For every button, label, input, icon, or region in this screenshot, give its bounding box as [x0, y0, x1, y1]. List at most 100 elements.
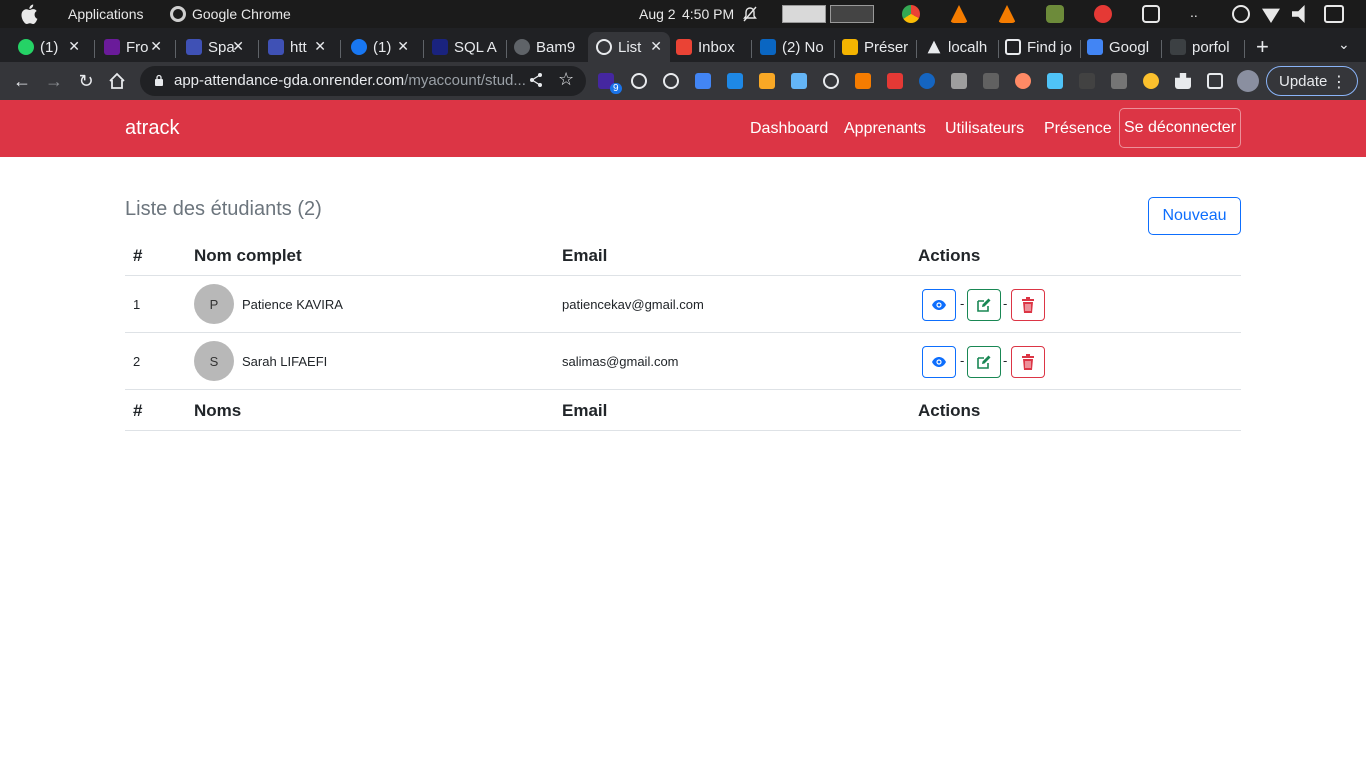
reload-button[interactable]: ↻	[76, 71, 96, 91]
browser-tab[interactable]: Bam9	[514, 32, 580, 62]
browser-tab-strip: (1) ✕ Fro ✕ Spa ✕ htt ✕ (1) ✕ SQL A Bam9…	[0, 28, 1366, 62]
metamask-icon[interactable]	[855, 73, 871, 89]
nav-link-presence[interactable]: Présence	[1044, 120, 1112, 138]
app-tray-icon[interactable]	[1046, 5, 1064, 23]
browser-tab[interactable]: (1) ✕	[351, 32, 417, 62]
action-separator: -	[1003, 296, 1008, 311]
browser-toolbar: ← → ↻ app-attendance-gda.onrender.com/my…	[0, 62, 1366, 100]
browser-tab[interactable]: Spa ✕	[186, 32, 252, 62]
browser-tab[interactable]: Fro ✕	[104, 32, 170, 62]
globe-icon	[596, 39, 612, 55]
pen-icon[interactable]	[759, 73, 775, 89]
delete-button[interactable]	[1011, 289, 1045, 321]
new-student-button[interactable]: Nouveau	[1148, 197, 1241, 235]
wifi-icon[interactable]	[1262, 8, 1280, 23]
edit-button[interactable]	[967, 346, 1001, 378]
vlc-icon[interactable]	[998, 5, 1016, 23]
block-icon[interactable]	[1094, 5, 1112, 23]
edit-button[interactable]	[967, 289, 1001, 321]
view-button[interactable]	[922, 289, 956, 321]
lock-icon[interactable]	[154, 74, 164, 86]
browser-tab[interactable]: localh	[926, 32, 996, 62]
react-devtools-icon[interactable]	[663, 73, 679, 89]
column-header-name: Nom complet	[194, 246, 302, 265]
json-icon[interactable]	[1079, 73, 1095, 89]
download-icon[interactable]	[983, 73, 999, 89]
battery-icon[interactable]	[1324, 5, 1344, 23]
extension-icon[interactable]	[1015, 73, 1031, 89]
nav-link-dashboard[interactable]: Dashboard	[750, 120, 828, 138]
action-separator: -	[960, 296, 965, 311]
puzzle-icon[interactable]	[1175, 73, 1191, 89]
sidepanel-icon[interactable]	[1207, 73, 1223, 89]
workspace-1[interactable]	[782, 5, 826, 23]
close-tab-icon[interactable]: ✕	[650, 38, 662, 55]
extension-icon[interactable]	[1143, 73, 1159, 89]
table-footer-row: # Noms Email Actions	[125, 390, 1241, 431]
notifications-off-icon[interactable]	[742, 6, 758, 22]
clock-date[interactable]: Aug 2	[639, 6, 676, 22]
address-bar[interactable]: app-attendance-gda.onrender.com/myaccoun…	[140, 66, 586, 96]
browser-tab[interactable]: (2) No	[760, 32, 830, 62]
close-tab-icon[interactable]: ✕	[232, 38, 244, 55]
browser-tab[interactable]: (1) ✕	[18, 32, 88, 62]
extension-badge: 9	[610, 83, 622, 94]
translate-extension-icon[interactable]	[695, 73, 711, 89]
close-tab-icon[interactable]: ✕	[68, 38, 80, 55]
profile-avatar[interactable]	[1237, 70, 1259, 92]
volume-icon[interactable]	[1292, 5, 1305, 23]
browser-tab[interactable]: htt ✕	[268, 32, 334, 62]
apple-icon[interactable]	[20, 4, 38, 24]
new-tab-button[interactable]: +	[1256, 34, 1269, 60]
active-app-menu[interactable]: Google Chrome	[170, 6, 291, 22]
browser-tab[interactable]: porfol	[1170, 32, 1242, 62]
update-button[interactable]: Update ⋮	[1266, 66, 1358, 96]
tray-overflow[interactable]: ..	[1190, 4, 1198, 20]
nav-link-utilisateurs[interactable]: Utilisateurs	[945, 120, 1024, 138]
extension-icon[interactable]	[791, 73, 807, 89]
chrome-tray-icon[interactable]	[902, 5, 920, 23]
extension-icon[interactable]	[631, 73, 647, 89]
brightness-icon[interactable]	[1232, 5, 1250, 23]
browser-tab[interactable]: SQL A	[432, 32, 502, 62]
vlc-icon[interactable]	[950, 5, 968, 23]
delete-button[interactable]	[1011, 346, 1045, 378]
brand-logo[interactable]: atrack	[125, 117, 179, 140]
browser-tab-active[interactable]: List ✕	[588, 32, 670, 62]
workspace-2[interactable]	[830, 5, 874, 23]
clipboard-icon[interactable]	[1142, 5, 1160, 23]
avatar: P	[194, 284, 234, 324]
clock-time[interactable]: 4:50 PM	[682, 6, 734, 22]
extension-icon[interactable]	[727, 73, 743, 89]
close-tab-icon[interactable]: ✕	[314, 38, 326, 55]
share-icon[interactable]	[528, 72, 544, 88]
browser-tab[interactable]: Préser	[842, 32, 912, 62]
logout-button[interactable]: Se déconnecter	[1119, 108, 1241, 148]
row-index: 1	[133, 297, 141, 312]
avatar-initial: P	[209, 296, 219, 312]
check-icon[interactable]	[919, 73, 935, 89]
applications-menu[interactable]: Applications	[68, 6, 144, 22]
browser-tab[interactable]: Googl	[1087, 32, 1157, 62]
back-button[interactable]: ←	[12, 71, 32, 91]
home-icon[interactable]	[108, 72, 126, 90]
extension-icon[interactable]	[1047, 73, 1063, 89]
browser-tab[interactable]: Find jo	[1005, 32, 1075, 62]
nav-link-apprenants[interactable]: Apprenants	[844, 120, 926, 138]
extension-icon[interactable]	[887, 73, 903, 89]
bookmark-star-icon[interactable]: ☆	[558, 69, 574, 90]
avatar-initial: S	[209, 353, 219, 369]
extension-icon[interactable]	[1111, 73, 1127, 89]
extension-icon[interactable]	[823, 73, 839, 89]
browser-tab[interactable]: Inbox	[676, 32, 746, 62]
tab-search-button[interactable]: ⌄	[1338, 36, 1350, 53]
new-student-label: Nouveau	[1162, 207, 1227, 224]
extension-icon[interactable]	[951, 73, 967, 89]
close-tab-icon[interactable]: ✕	[150, 38, 162, 55]
column-footer-index: #	[133, 401, 143, 420]
close-tab-icon[interactable]: ✕	[397, 38, 409, 55]
forward-button[interactable]: →	[44, 71, 64, 91]
view-button[interactable]	[922, 346, 956, 378]
page-title: Liste des étudiants (2)	[125, 198, 322, 220]
menu-kebab-icon[interactable]: ⋮	[1331, 72, 1347, 92]
